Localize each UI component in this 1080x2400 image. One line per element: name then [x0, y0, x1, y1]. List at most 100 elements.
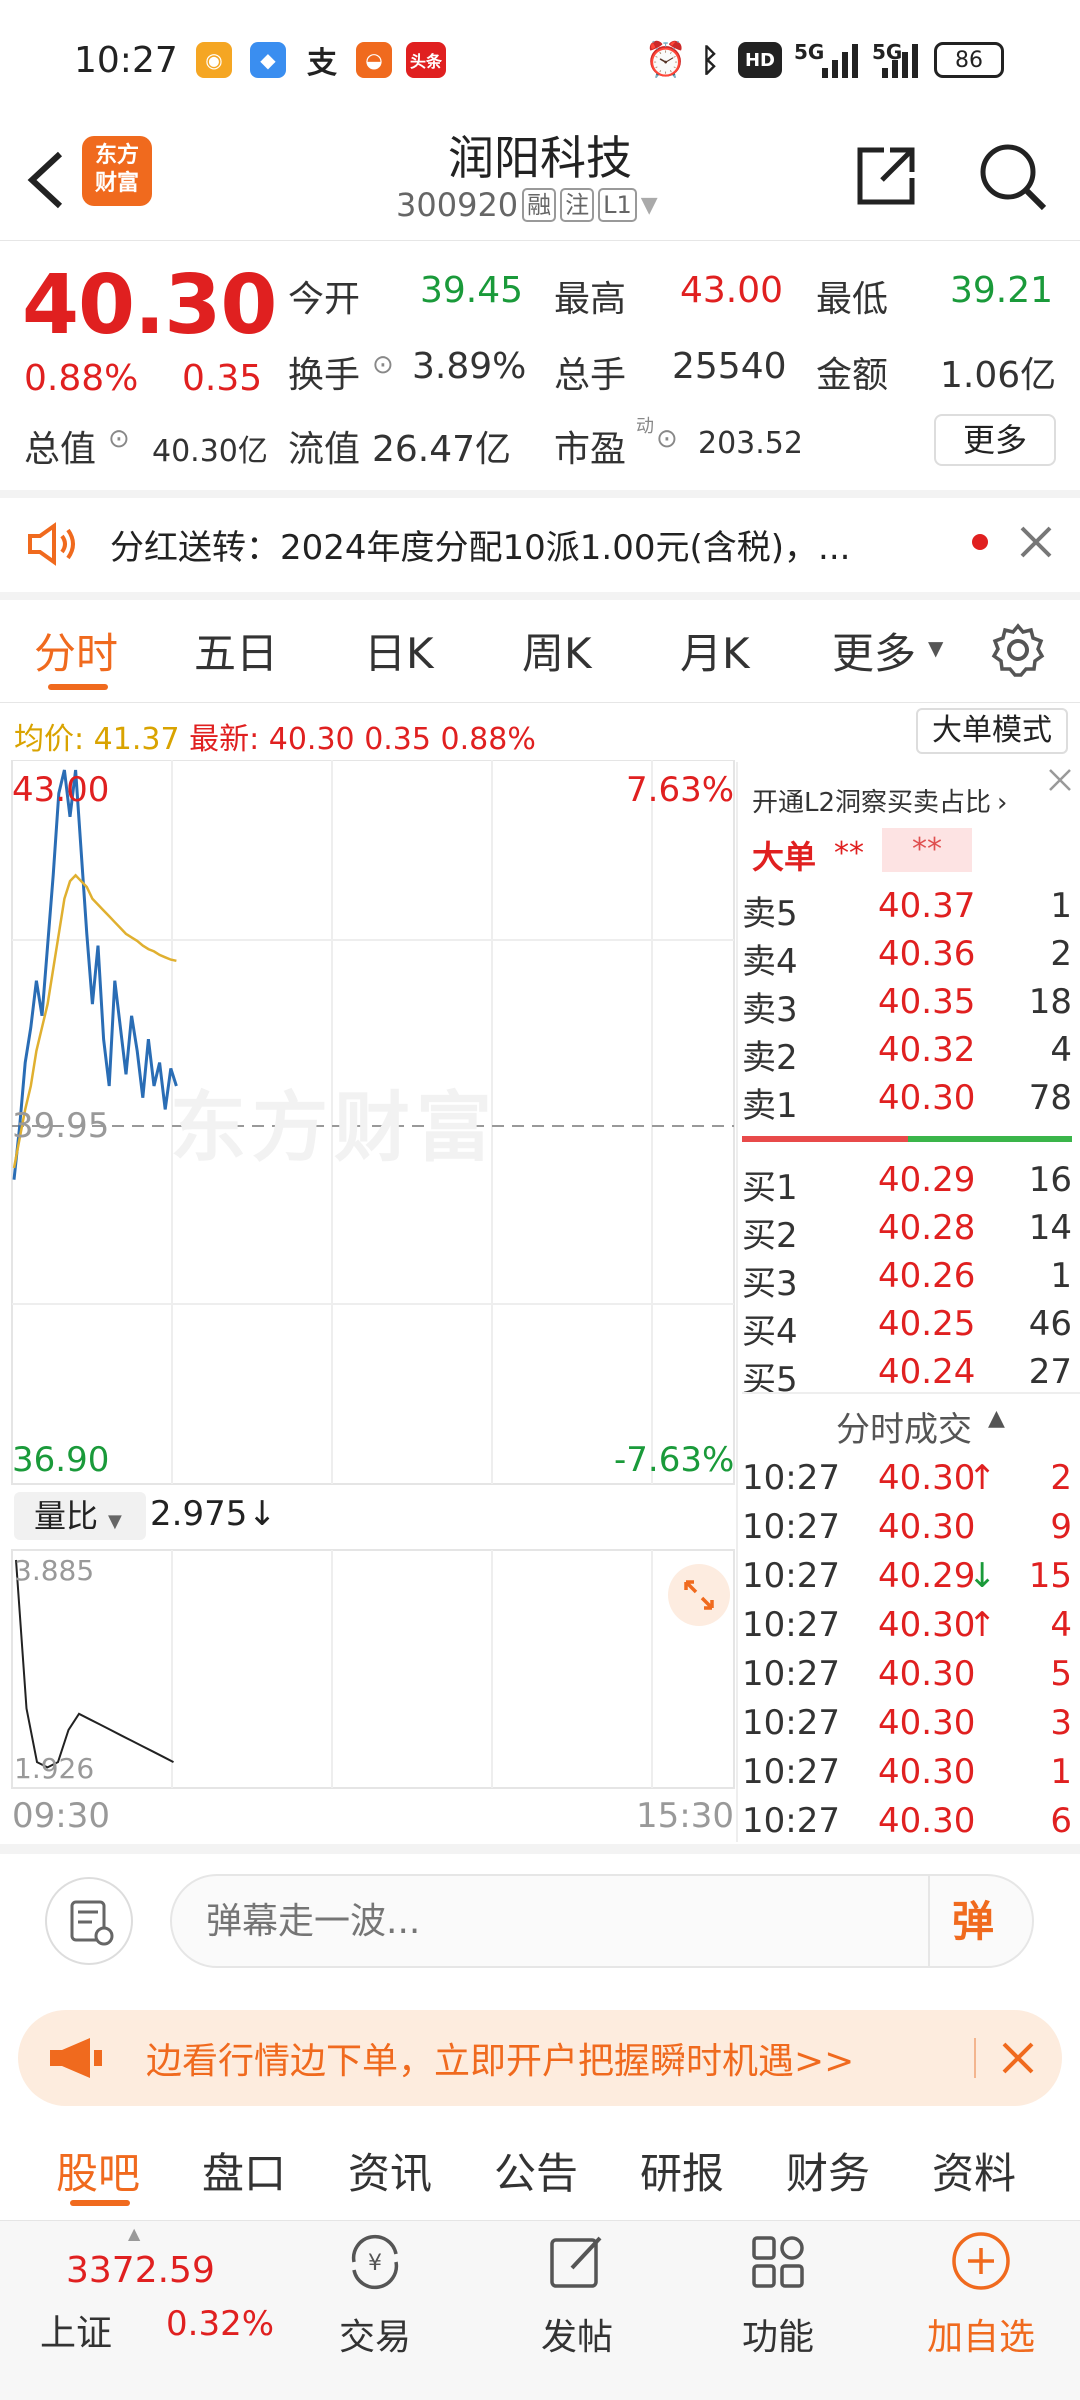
tick-price: 40.29 [878, 1556, 976, 1596]
tab-monthly-k[interactable]: 月K [680, 620, 750, 681]
pe-value: 203.52 [698, 426, 803, 461]
buy-level-label: 买2 [742, 1216, 798, 1256]
down-arrow-icon: ↓ [968, 1556, 997, 1596]
tick-volume: 15 [1028, 1556, 1072, 1596]
tab-more[interactable]: 更多 [832, 620, 916, 681]
indicator-selector[interactable]: 量比 ▼ [14, 1492, 146, 1540]
back-arrow-icon[interactable] [22, 150, 70, 210]
buy-level-volume: 14 [1028, 1208, 1072, 1248]
tab-guba[interactable]: 股吧 [56, 2140, 140, 2201]
close-icon[interactable] [1000, 2040, 1036, 2076]
sell-level-volume: 1 [1050, 886, 1072, 926]
svg-text:¥: ¥ [368, 2251, 382, 2276]
tick-volume: 4 [1050, 1605, 1072, 1645]
nav-add-watchlist[interactable]: 加自选 [911, 2308, 1051, 2360]
tick-time: 10:27 [742, 1556, 840, 1596]
unread-dot [972, 534, 988, 550]
weibo-icon: ◉ [196, 42, 232, 78]
sell-level-price: 40.35 [878, 982, 976, 1022]
functions-icon[interactable] [748, 2232, 808, 2292]
intraday-chart[interactable] [0, 760, 736, 1840]
tab-profile[interactable]: 资料 [932, 2140, 1016, 2201]
buy-ratio-bar [908, 1136, 1072, 1142]
danmu-settings-icon[interactable] [44, 1876, 134, 1966]
signal-bars-icon [822, 44, 858, 78]
mcap-info-icon[interactable]: ⊙ [108, 424, 130, 454]
promo-text: 边看行情边下单，立即开户把握瞬时机遇>> [146, 2041, 855, 2082]
tick-price: 40.30 [878, 1458, 976, 1498]
promo-banner[interactable]: 边看行情边下单，立即开户把握瞬时机遇>> [18, 2010, 1062, 2106]
post-icon[interactable] [546, 2230, 608, 2292]
tick-volume: 5 [1050, 1654, 1072, 1694]
nav-trade[interactable]: 交易 [305, 2308, 445, 2360]
sell-level-volume: 4 [1050, 1030, 1072, 1070]
tab-pankou[interactable]: 盘口 [202, 2140, 286, 2201]
axis-bottom-pct: -7.63% [614, 1440, 735, 1480]
buy-level-volume: 27 [1028, 1352, 1072, 1392]
up-arrow-icon: ↑ [968, 1605, 997, 1645]
buy-level-price: 40.25 [878, 1304, 976, 1344]
last-value: 40.30 [268, 722, 355, 757]
tab-weekly-k[interactable]: 周K [522, 620, 592, 681]
more-button[interactable]: 更多 [934, 414, 1056, 466]
expand-icon[interactable] [668, 1564, 730, 1626]
big-order-a: ** [834, 836, 864, 871]
speaker-icon [28, 522, 75, 566]
tab-research[interactable]: 研报 [640, 2140, 724, 2201]
tick-price: 40.30 [878, 1801, 976, 1841]
current-price: 40.30 [22, 258, 277, 353]
chevron-down-icon: ▼ [108, 1511, 122, 1532]
sell-level-label: 卖5 [742, 894, 798, 934]
index-value[interactable]: 3372.59 [66, 2250, 215, 2291]
alarm-icon: ⏰ [644, 40, 688, 80]
add-watchlist-icon[interactable] [950, 2230, 1012, 2292]
l2-promo-link[interactable]: 开通L2洞察买卖占比 › [752, 782, 1007, 819]
bluetooth-icon: ᛒ [700, 41, 720, 79]
mcap-label: 总值 [24, 429, 97, 470]
comment-input[interactable] [206, 1892, 906, 1950]
indicator-label: 量比 [34, 1497, 99, 1535]
big-order-mode-button[interactable]: 大单模式 [916, 708, 1068, 754]
tab-news[interactable]: 资讯 [348, 2140, 432, 2201]
status-bar: 10:27 ◉ ◆ 支 ◒ 头条 ⏰ ᛒ HD 5G 5G 86 [0, 0, 1080, 120]
volume-label: 总手 [554, 355, 627, 396]
index-name: 上证 [40, 2313, 113, 2354]
tab-intraday[interactable]: 分时 [34, 620, 118, 681]
ticks-title[interactable]: 分时成交 [836, 1402, 972, 1451]
alipay-icon: 支 [304, 42, 340, 81]
nav-post[interactable]: 发帖 [507, 2308, 647, 2360]
buy-level-price: 40.29 [878, 1160, 976, 1200]
share-icon[interactable] [854, 144, 918, 208]
buy-level-label: 买4 [742, 1312, 798, 1352]
search-icon[interactable] [976, 140, 1048, 212]
tab-five-day[interactable]: 五日 [194, 620, 278, 681]
sell-level-label: 卖2 [742, 1038, 798, 1078]
tab-finance[interactable]: 财务 [786, 2140, 870, 2201]
sell-ratio-bar [742, 1136, 908, 1142]
settings-icon[interactable] [990, 622, 1046, 678]
l2-promo-text: 开通L2洞察买卖占比 [752, 788, 992, 818]
sell-level-volume: 2 [1050, 934, 1072, 974]
axis-mid-price: 39.95 [12, 1106, 110, 1146]
close-icon[interactable] [1018, 524, 1054, 560]
nav-functions[interactable]: 功能 [708, 2308, 848, 2360]
sort-up-icon[interactable]: ▲ [988, 1406, 1005, 1431]
tick-price: 40.30 [878, 1507, 976, 1547]
tick-time: 10:27 [742, 1507, 840, 1547]
tick-volume: 6 [1050, 1801, 1072, 1841]
chevron-down-icon[interactable]: ▼ [641, 193, 658, 218]
dividend-bar[interactable]: 分红送转：2024年度分配10派1.00元(含税)，... [0, 492, 1080, 592]
more-dropdown-icon[interactable]: ▼ [928, 636, 943, 660]
open-label: 今开 [288, 279, 361, 320]
open-value: 39.45 [420, 270, 524, 311]
trade-icon[interactable]: ¥ [340, 2232, 410, 2292]
turnover-value: 3.89% [412, 346, 527, 387]
close-icon[interactable] [1046, 766, 1074, 794]
stock-name: 润阳科技 [448, 131, 632, 185]
tab-announcements[interactable]: 公告 [494, 2140, 578, 2201]
tab-daily-k[interactable]: 日K [364, 620, 434, 681]
time-end: 15:30 [636, 1796, 734, 1836]
danmu-toggle-icon[interactable]: 弹 [952, 1888, 994, 1949]
pe-info-icon[interactable]: ⊙ [656, 424, 678, 454]
info-icon[interactable]: ⊙ [372, 350, 394, 380]
